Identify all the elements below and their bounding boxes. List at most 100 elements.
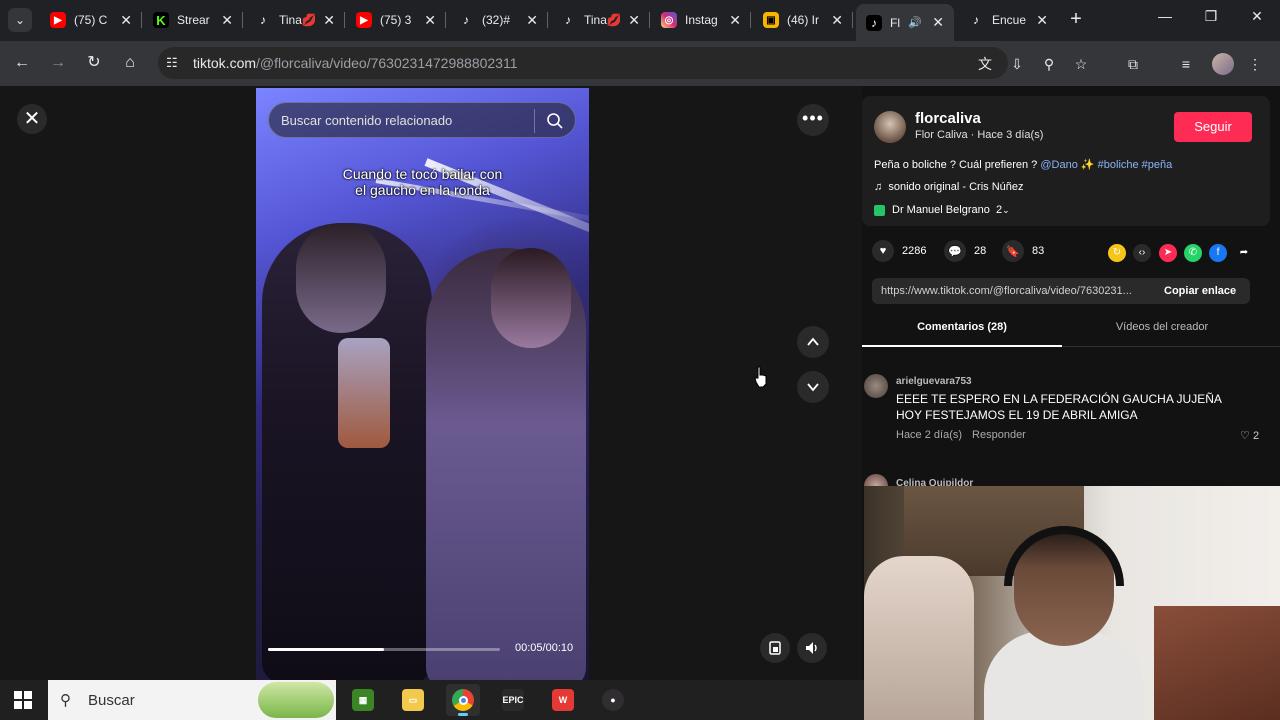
close-tab-icon[interactable]: ✕	[221, 12, 233, 29]
close-tab-icon[interactable]: ✕	[628, 12, 640, 29]
chrome-icon[interactable]	[446, 684, 480, 716]
search-icon[interactable]	[545, 111, 565, 131]
video-progress-fill	[268, 648, 384, 651]
reply-button[interactable]: Responder	[972, 429, 1026, 441]
commenter-avatar[interactable]	[864, 374, 888, 398]
search-icon: ⚲	[60, 692, 71, 709]
browser-tab[interactable]: ▣ (46) Ir ✕	[753, 6, 853, 34]
browser-tab[interactable]: ♪ (32)# ✕	[448, 6, 548, 34]
creator-username[interactable]: florcaliva	[915, 110, 981, 127]
comment-count: 28	[974, 245, 987, 257]
browser-tab[interactable]: ♪ Encue ✕	[958, 6, 1058, 34]
whatsapp-icon[interactable]: ✆	[1184, 244, 1202, 262]
comment-text: EEEE TE ESPERO EN LA FEDERACIÓN GAUCHA J…	[896, 392, 1222, 422]
next-video-button[interactable]	[797, 371, 829, 403]
reload-button[interactable]: ↻	[82, 51, 106, 75]
close-window-button[interactable]: ✕	[1242, 8, 1272, 25]
related-search-input[interactable]: Buscar contenido relacionado	[268, 102, 576, 138]
follow-button[interactable]: Seguir	[1174, 112, 1252, 142]
install-app-icon[interactable]: ⇩	[1008, 55, 1026, 73]
site-info-icon[interactable]: ☷	[166, 55, 178, 71]
sound-link[interactable]: ♫ sonido original - Cris Núñez	[874, 181, 1024, 193]
send-icon[interactable]: ➤	[1159, 244, 1177, 262]
close-tab-icon[interactable]: ✕	[1036, 12, 1048, 29]
address-bar[interactable]: ☷ tiktok.com/@florcaliva/video/763023147…	[158, 47, 1087, 79]
tiktok-icon: ♪	[565, 13, 571, 27]
tab-creator-videos[interactable]: Vídeos del creador	[1062, 321, 1262, 347]
youtube-icon: ▶	[50, 12, 66, 28]
file-explorer-icon[interactable]: ▭	[396, 684, 430, 716]
minimize-button[interactable]: —	[1150, 8, 1180, 24]
wps-icon[interactable]: W	[546, 684, 580, 716]
previous-video-button[interactable]	[797, 326, 829, 358]
browser-tab[interactable]: ▶ (75) 3 ✕	[346, 6, 446, 34]
post-info-card: florcaliva Flor Caliva · Hace 3 día(s) S…	[862, 96, 1270, 226]
browser-tab[interactable]: ♪ Tina💋 ✕	[245, 6, 345, 34]
forward-button[interactable]: →	[46, 51, 70, 75]
hashtag-links[interactable]: #boliche #peña	[1098, 159, 1173, 171]
pip-button[interactable]	[760, 633, 790, 663]
close-video-button[interactable]: ✕	[17, 104, 47, 134]
close-tab-icon[interactable]: ✕	[424, 12, 436, 29]
like-button[interactable]: ♥ 2286	[872, 240, 926, 262]
share-link-url[interactable]: https://www.tiktok.com/@florcaliva/video…	[881, 285, 1153, 297]
panel-tabs: Comentarios (28) Vídeos del creador	[862, 321, 1280, 347]
home-button[interactable]: ⌂	[118, 51, 142, 75]
comment-like[interactable]: ♡ 2	[1240, 429, 1259, 442]
browser-tab[interactable]: ▶ (75) C ✕	[40, 6, 142, 34]
creator-avatar[interactable]	[874, 111, 906, 143]
browser-tab[interactable]: K Strear ✕	[143, 6, 243, 34]
mention-link[interactable]: @Dano	[1040, 159, 1077, 171]
close-tab-icon[interactable]: ✕	[729, 12, 741, 29]
browser-tab[interactable]: ♪ Tina💋 ✕	[550, 6, 650, 34]
share-arrow-icon[interactable]: ➦	[1235, 244, 1253, 262]
video-time: 00:05/00:10	[515, 642, 574, 654]
tab-search-button[interactable]: ⌄	[8, 8, 32, 32]
share-link-row: https://www.tiktok.com/@florcaliva/video…	[872, 278, 1250, 304]
tab-comments[interactable]: Comentarios (28)	[862, 321, 1062, 347]
close-tab-icon[interactable]: ✕	[323, 12, 335, 29]
chevron-up-icon	[807, 337, 819, 346]
video-progress-bar[interactable]	[268, 648, 500, 651]
facebook-icon[interactable]: f	[1209, 244, 1227, 262]
epic-games-icon[interactable]: EPIC	[496, 684, 530, 716]
more-options-icon[interactable]: •••	[797, 104, 829, 136]
video-frame[interactable]: Cuando te tocó bailar con el gaucho en l…	[256, 88, 589, 680]
browser-menu-icon[interactable]: ⋮	[1244, 53, 1266, 75]
repost-icon[interactable]: ↻	[1108, 244, 1126, 262]
floating-player-icon	[769, 641, 781, 655]
comment-button[interactable]: 💬 28	[944, 240, 986, 262]
zoom-icon[interactable]: ⚲	[1040, 55, 1058, 73]
close-tab-icon[interactable]: ✕	[932, 14, 944, 31]
save-button[interactable]: 🔖 83	[1002, 240, 1044, 262]
browser-tab[interactable]: ◎ Instag ✕	[651, 6, 751, 34]
profile-avatar[interactable]	[1212, 53, 1234, 75]
copy-link-button[interactable]: Copiar enlace	[1164, 285, 1236, 297]
taskbar-search[interactable]: ⚲ Buscar	[48, 680, 336, 720]
commenter-username[interactable]: arielguevara753	[896, 376, 972, 387]
close-tab-icon[interactable]: ✕	[831, 12, 843, 29]
browser-tab-active[interactable]: ♪ Fl 🔊 ✕	[856, 4, 954, 41]
close-tab-icon[interactable]: ✕	[526, 12, 538, 29]
minecraft-icon[interactable]: ▦	[346, 684, 380, 716]
bookmark-star-icon[interactable]: ☆	[1072, 55, 1090, 73]
new-tab-button[interactable]: +	[1066, 8, 1086, 32]
media-control-icon[interactable]: ≡	[1175, 53, 1197, 75]
restore-button[interactable]: ❐	[1196, 8, 1226, 25]
embed-icon[interactable]: ‹›	[1133, 244, 1151, 262]
volume-icon	[806, 642, 817, 654]
back-button[interactable]: ←	[10, 51, 34, 75]
close-tab-icon[interactable]: ✕	[120, 12, 132, 29]
translate-icon[interactable]: 文	[976, 55, 994, 73]
extensions-icon[interactable]: ⧉	[1122, 53, 1144, 75]
bookmark-icon: 🔖	[1002, 240, 1024, 262]
comment-age: Hace 2 día(s)	[896, 429, 963, 441]
location-tag[interactable]: Dr Manuel Belgrano 2 ⌄	[874, 204, 1010, 216]
tab-title: (32)#	[482, 13, 511, 27]
obs-icon[interactable]: ●	[596, 684, 630, 716]
volume-button[interactable]	[797, 633, 827, 663]
speaker-icon[interactable]: 🔊	[908, 16, 922, 29]
taskbar-search-label: Buscar	[88, 692, 135, 709]
windows-start-icon[interactable]	[14, 691, 32, 709]
tiktok-icon: ♪	[866, 14, 882, 31]
